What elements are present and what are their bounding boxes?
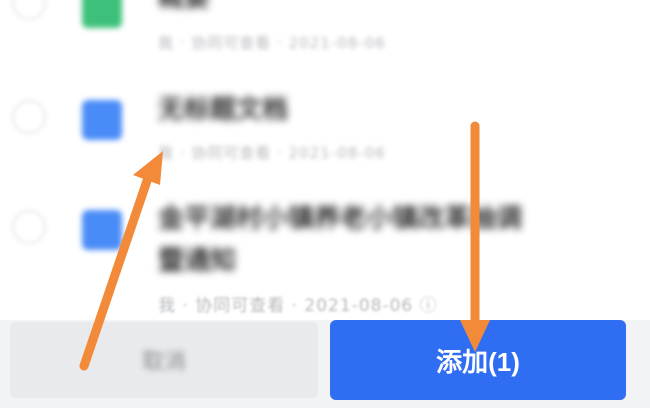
file-title: 无标题文档: [158, 95, 289, 125]
file-title-line2: 暨通知: [158, 246, 237, 276]
file-meta: 我 · 协同可查看 · 2021-08-06 ⓘ: [158, 296, 438, 316]
select-radio[interactable]: [12, 0, 46, 20]
file-title: 概要: [158, 0, 210, 18]
list-item[interactable]: 概要 我 · 协同可查看 · 2021-08-06: [0, 0, 650, 70]
file-meta: 我 · 协同可查看 · 2021-08-06: [158, 34, 386, 52]
file-title-line1: 金平湖村小镇养老小镇改革抽调: [158, 204, 523, 234]
file-list: 概要 我 · 协同可查看 · 2021-08-06 无标题文档 我 · 协同可查…: [0, 0, 650, 320]
cancel-button-label: 取消: [141, 349, 186, 374]
doc-blue-icon: [82, 100, 122, 140]
select-radio[interactable]: [12, 100, 46, 134]
list-item[interactable]: 无标题文档 我 · 协同可查看 · 2021-08-06: [0, 80, 650, 180]
doc-green-icon: [82, 0, 122, 28]
doc-blue-icon: [82, 210, 122, 250]
list-item[interactable]: 金平湖村小镇养老小镇改革抽调 暨通知 我 · 协同可查看 · 2021-08-0…: [0, 195, 650, 320]
select-radio[interactable]: [12, 210, 46, 244]
add-button-label: 添加(1): [436, 346, 520, 377]
add-button[interactable]: 添加(1): [330, 320, 626, 400]
file-meta: 我 · 协同可查看 · 2021-08-06: [158, 144, 386, 162]
cancel-button[interactable]: 取消: [10, 322, 318, 398]
